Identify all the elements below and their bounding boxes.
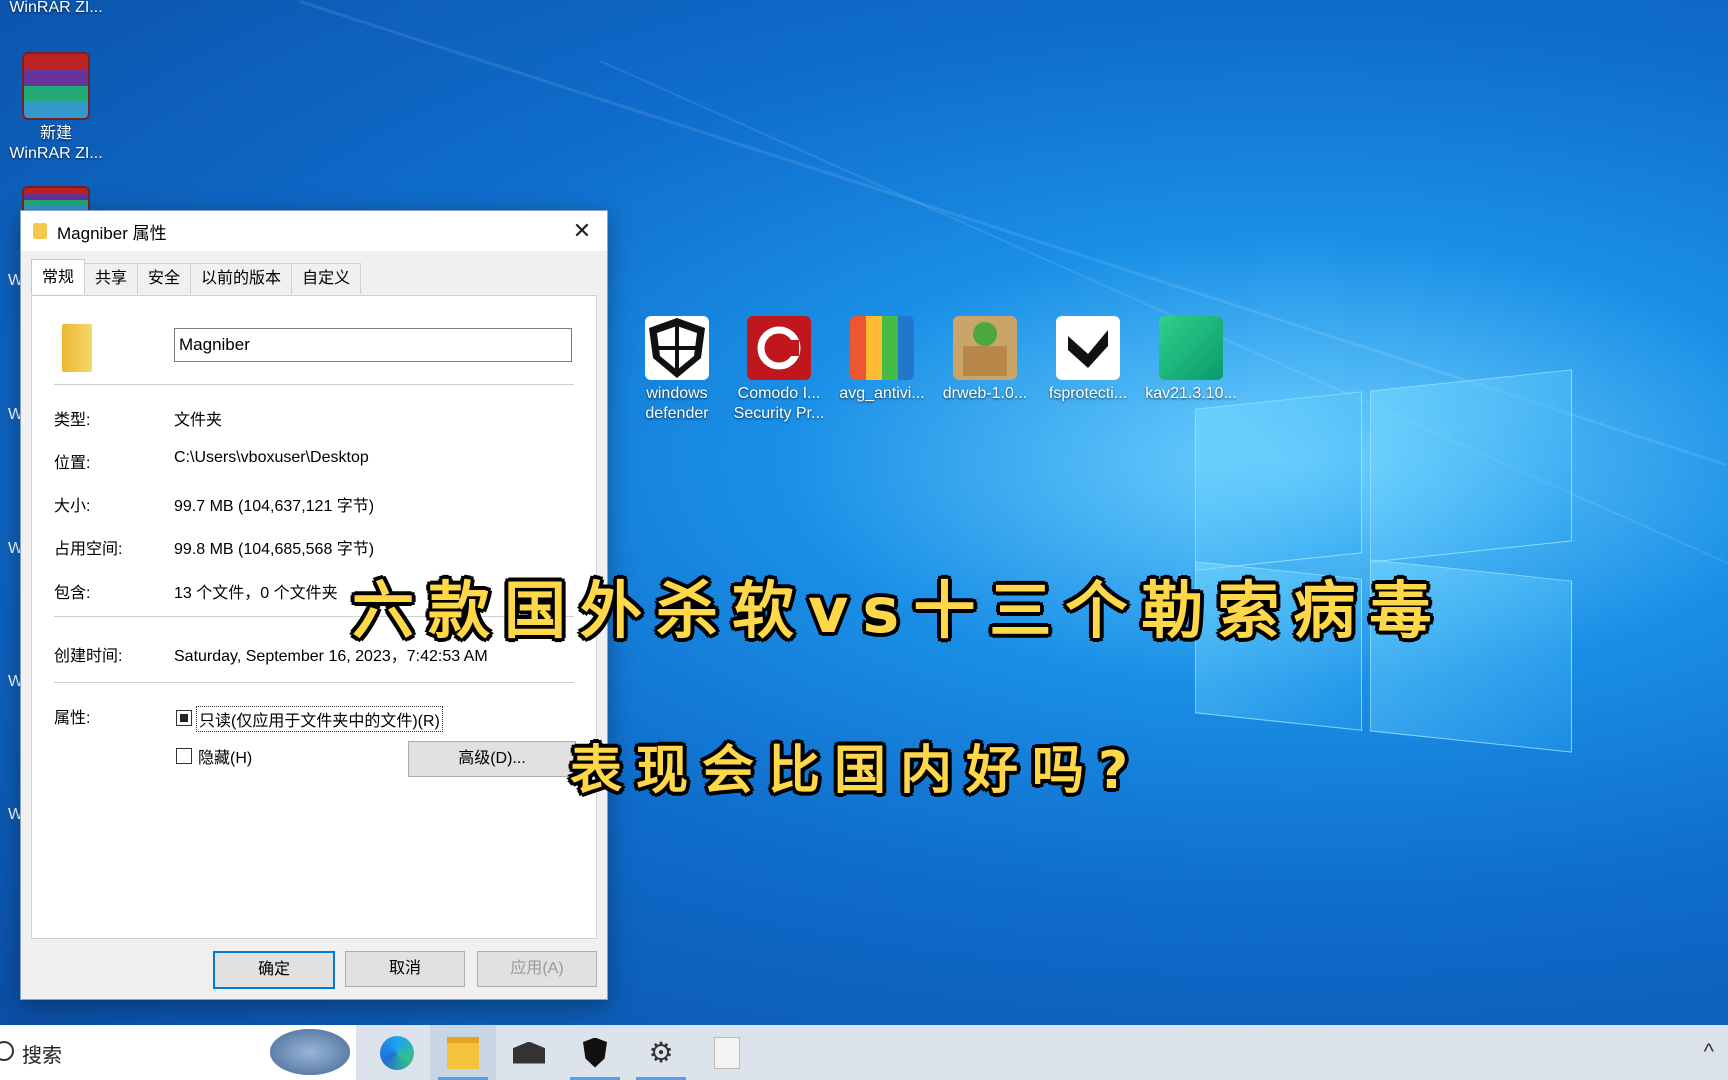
contains-label: 包含:	[54, 585, 91, 602]
tab-bar: 常规 共享 安全 以前的版本 自定义	[31, 259, 362, 295]
contains-value: 13 个文件，0 个文件夹	[174, 585, 338, 602]
desktop-icon-windows-defender[interactable]: windows defender	[629, 316, 725, 424]
desktop-icon-winrar-1[interactable]: WinRAR ZI...	[8, 0, 104, 18]
hidden-label[interactable]: 隐藏(H)	[198, 744, 252, 768]
divider	[54, 682, 574, 683]
desktop-icon-label: windows defender	[645, 385, 709, 422]
type-label: 类型:	[54, 412, 91, 429]
taskbar-notepad[interactable]	[694, 1025, 760, 1080]
taskbar: 搜索 ⚙ ^	[0, 1025, 1728, 1080]
desktop-icon-label: Comodo I... Security Pr...	[733, 385, 825, 422]
readonly-checkbox[interactable]	[176, 710, 192, 726]
file-explorer-icon	[447, 1036, 479, 1069]
comodo-icon	[747, 316, 811, 380]
readonly-label[interactable]: 只读(仅应用于文件夹中的文件)(R)	[196, 706, 443, 732]
location-label: 位置:	[54, 455, 91, 472]
desktop-icon-comodo[interactable]: Comodo I... Security Pr...	[731, 316, 827, 424]
dialog-title: Magniber 属性	[57, 223, 167, 243]
shield-icon	[645, 316, 709, 380]
fsecure-icon	[1056, 316, 1120, 380]
type-value: 文件夹	[174, 412, 223, 429]
advanced-button[interactable]: 高级(D)...	[408, 741, 576, 777]
close-button[interactable]: ✕	[567, 217, 597, 245]
tab-general[interactable]: 常规	[31, 259, 86, 294]
desktop-icon-label: 新建 WinRAR ZI...	[9, 125, 103, 162]
folder-icon	[33, 223, 47, 239]
desktop-icon-label: drweb-1.0...	[942, 385, 1028, 402]
taskbar-edge[interactable]	[364, 1025, 430, 1080]
mail-icon	[513, 1041, 545, 1064]
desktop-icon-label: avg_antivi...	[839, 385, 925, 402]
video-caption-line2: 表现会比国内好吗?	[570, 741, 1143, 801]
tab-previous-versions[interactable]: 以前的版本	[190, 263, 293, 294]
size-value: 99.7 MB (104,637,121 字节)	[174, 498, 375, 515]
document-icon	[714, 1036, 740, 1069]
divider	[54, 384, 574, 385]
edge-icon	[380, 1035, 414, 1070]
close-icon: ✕	[572, 218, 592, 243]
size-on-disk-label: 占用空间:	[54, 541, 123, 558]
taskbar-security[interactable]	[562, 1025, 628, 1080]
shield-icon	[583, 1037, 607, 1068]
taskbar-file-explorer[interactable]	[430, 1025, 496, 1080]
taskbar-settings[interactable]: ⚙	[628, 1025, 694, 1080]
search-highlight-image	[270, 1029, 350, 1075]
avg-icon	[850, 316, 914, 380]
tab-security[interactable]: 安全	[137, 263, 192, 294]
tray-chevron-up-icon[interactable]: ^	[1704, 1039, 1714, 1065]
ok-button[interactable]: 确定	[213, 951, 335, 989]
search-placeholder: 搜索	[22, 1045, 62, 1067]
apply-button[interactable]: 应用(A)	[477, 951, 597, 987]
desktop-icon-kaspersky[interactable]: kav21.3.10...	[1143, 316, 1239, 404]
desktop-icon-winrar-2[interactable]: 新建 WinRAR ZI...	[8, 52, 104, 164]
desktop-icon-label: WinRAR ZI...	[9, 0, 103, 16]
search-icon	[0, 1041, 14, 1061]
dialog-titlebar[interactable]: Magniber 属性 ✕	[21, 211, 607, 251]
taskbar-mail[interactable]	[496, 1025, 562, 1080]
cancel-button[interactable]: 取消	[345, 951, 465, 987]
hidden-checkbox[interactable]	[176, 748, 192, 764]
tab-sharing[interactable]: 共享	[84, 263, 139, 294]
desktop-icon-fsprotection[interactable]: fsprotecti...	[1040, 316, 1136, 404]
desktop-icon-label: kav21.3.10...	[1145, 385, 1237, 402]
size-on-disk-value: 99.8 MB (104,685,568 字节)	[174, 541, 375, 558]
created-label: 创建时间:	[54, 648, 123, 665]
folder-name-input[interactable]	[174, 328, 572, 362]
drweb-icon	[953, 316, 1017, 380]
desktop-icon-drweb[interactable]: drweb-1.0...	[937, 316, 1033, 404]
location-value: C:\Users\vboxuser\Desktop	[174, 449, 369, 466]
desktop-icon-avg[interactable]: avg_antivi...	[834, 316, 930, 404]
taskbar-search[interactable]: 搜索	[0, 1025, 356, 1080]
desktop-icon-label: fsprotecti...	[1048, 385, 1128, 402]
gear-icon: ⚙	[648, 1037, 674, 1068]
folder-icon	[62, 324, 92, 372]
size-label: 大小:	[54, 498, 91, 515]
kaspersky-icon	[1159, 316, 1223, 380]
winrar-icon	[22, 52, 90, 120]
video-caption-line1: 六款国外杀软vs十三个勒索病毒	[352, 574, 1446, 647]
attributes-label: 属性:	[54, 710, 91, 727]
tab-customize[interactable]: 自定义	[291, 263, 362, 294]
